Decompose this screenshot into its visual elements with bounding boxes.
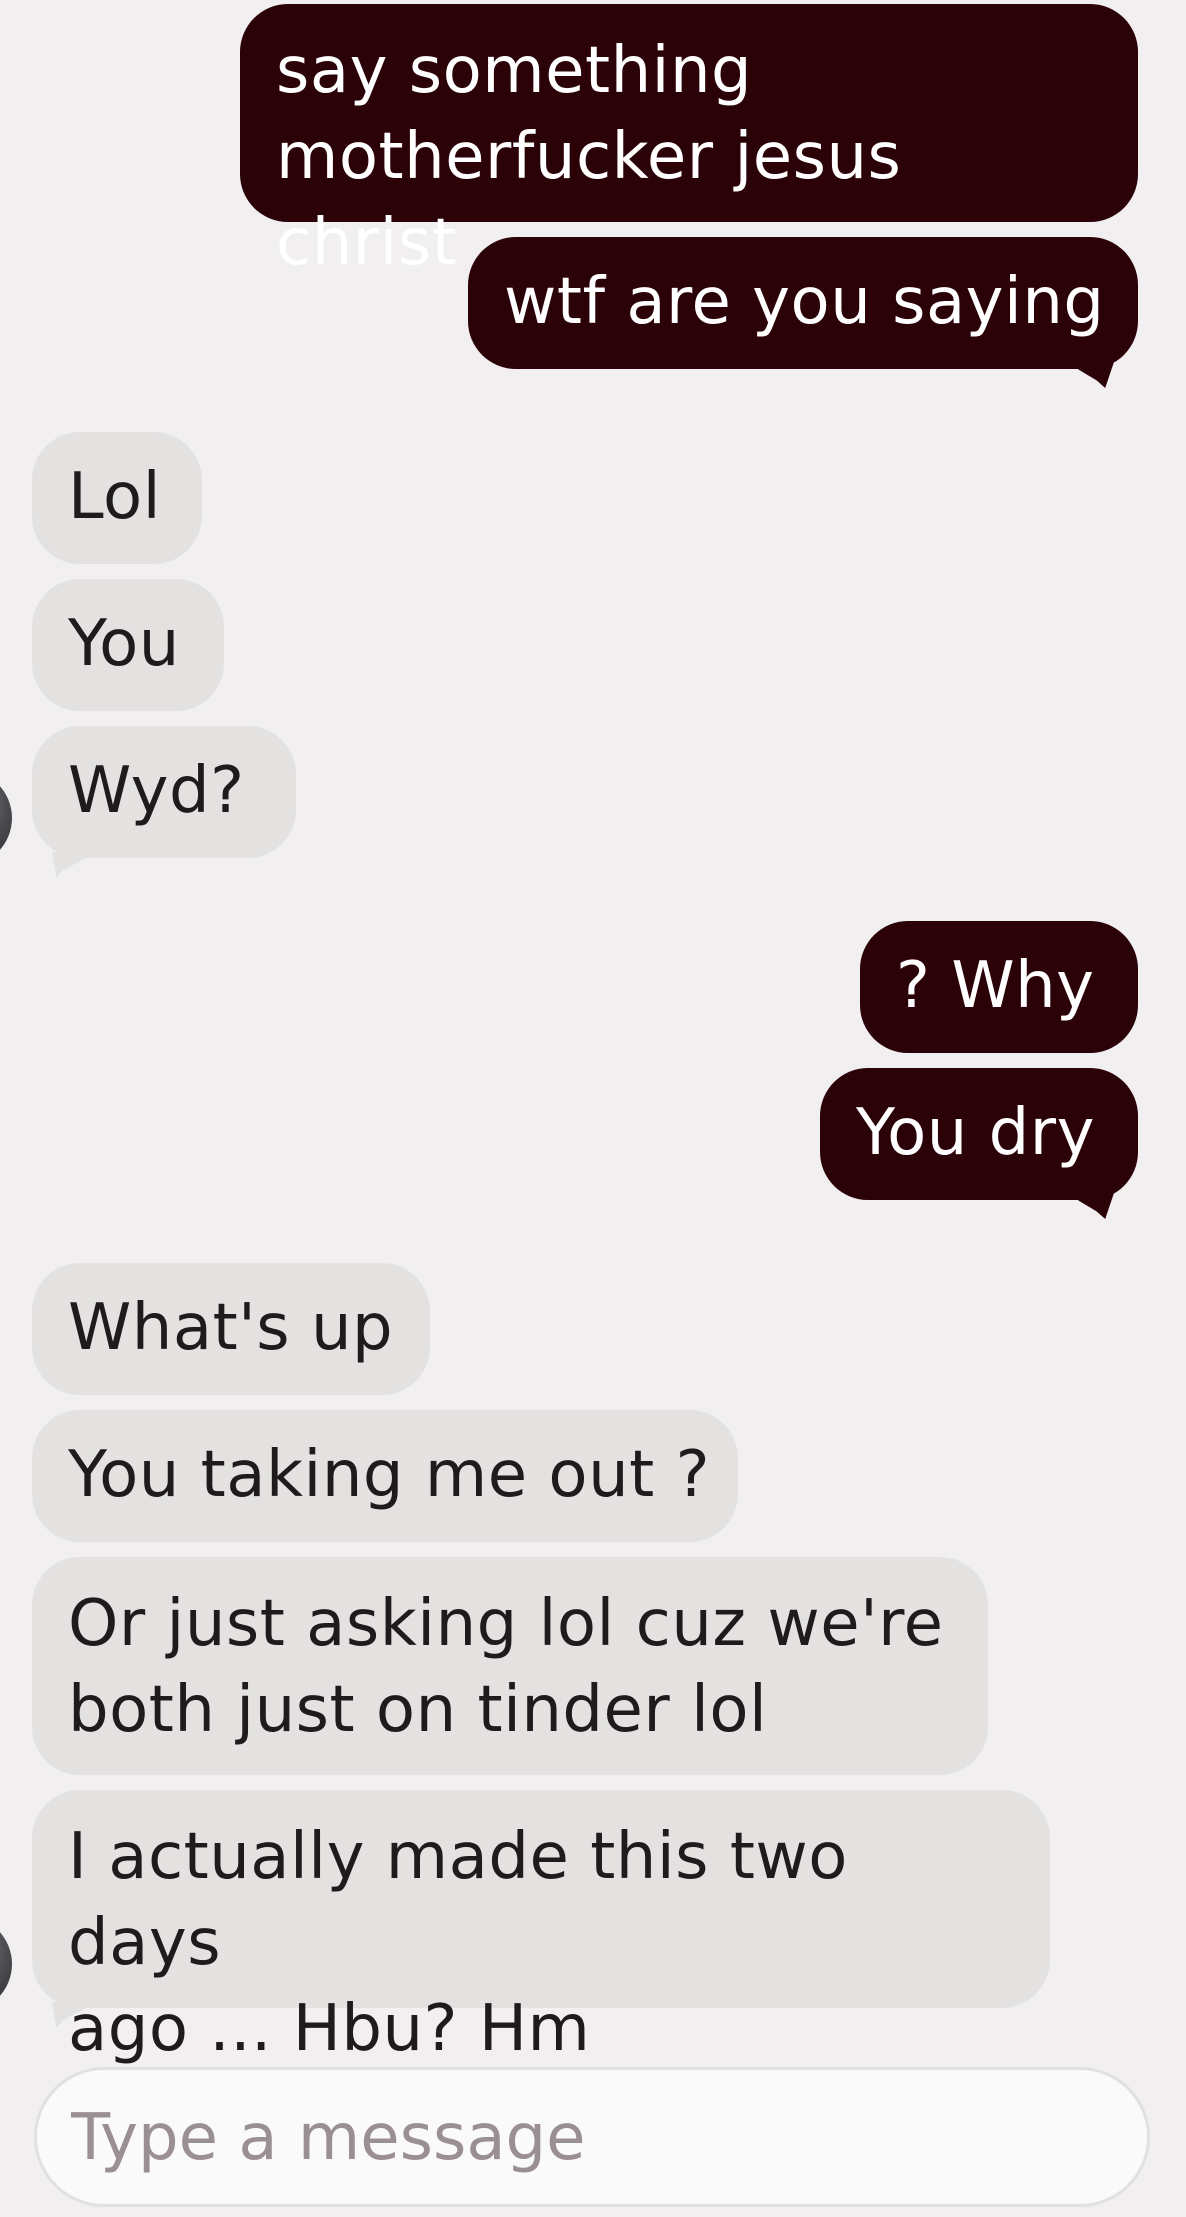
sent-message[interactable]: wtf are you saying bbox=[468, 237, 1138, 369]
received-message[interactable]: What's up bbox=[32, 1263, 430, 1395]
message-thread: say something motherfucker jesus christ … bbox=[0, 0, 1186, 2217]
received-message[interactable]: I actually made this two days ago ... Hb… bbox=[32, 1790, 1050, 2066]
sent-bubble-tail bbox=[1070, 1193, 1114, 1219]
sent-message[interactable]: ? Why bbox=[860, 921, 1138, 1053]
sent-bubble-tail bbox=[1070, 362, 1114, 388]
message-input[interactable] bbox=[71, 2092, 1111, 2184]
sent-message[interactable]: You dry bbox=[820, 1068, 1138, 1200]
contact-avatar[interactable] bbox=[0, 1916, 12, 2012]
received-message[interactable]: Lol bbox=[32, 432, 202, 564]
message-composer[interactable] bbox=[34, 2067, 1150, 2207]
received-message[interactable]: Wyd? bbox=[32, 726, 296, 858]
received-message[interactable]: Or just asking lol cuz we're both just o… bbox=[32, 1557, 988, 1775]
received-message[interactable]: You bbox=[32, 579, 224, 711]
sent-message[interactable]: say something motherfucker jesus christ bbox=[240, 4, 1138, 280]
received-message[interactable]: You taking me out ? bbox=[32, 1410, 738, 1542]
contact-avatar[interactable] bbox=[0, 770, 12, 866]
